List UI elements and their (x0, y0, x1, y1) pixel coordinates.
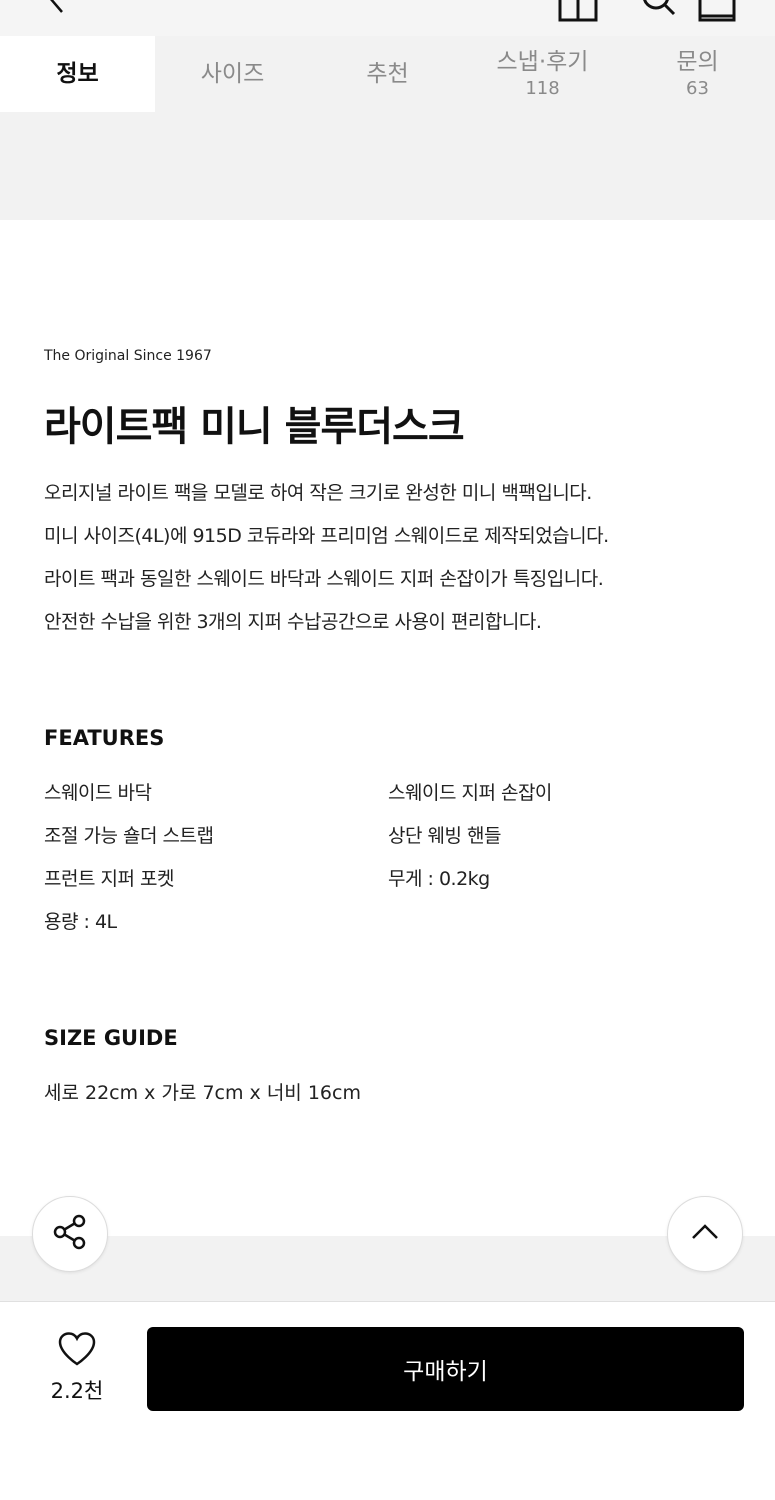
feature-item: 상단 웨빙 핸들 (388, 825, 501, 847)
share-icon (51, 1213, 89, 1255)
back-arrow-icon[interactable] (44, 0, 68, 22)
feature-item: 프런트 지퍼 포켓 (44, 868, 174, 890)
like-button[interactable]: 2.2천 (36, 1331, 118, 1405)
tab-recommend[interactable]: 추천 (310, 36, 465, 112)
product-title: 라이트팩 미니 블루더스크 (44, 404, 465, 450)
cart-icon[interactable] (696, 0, 740, 30)
features-list: 스웨이드 바닥 스웨이드 지퍼 손잡이 조절 가능 숄더 스트랩 상단 웨빙 핸… (44, 772, 744, 944)
description-line: 오리지널 라이트 팩을 모델로 하여 작은 크기로 완성한 미니 백팩입니다. (44, 482, 592, 504)
gray-band (0, 112, 775, 220)
tab-label: 사이즈 (200, 61, 265, 87)
bottom-gray-band (0, 1236, 775, 1302)
feature-item: 무게 : 0.2kg (388, 868, 490, 890)
size-guide-text: 세로 22cm x 가로 7cm x 너비 16cm (44, 1082, 361, 1104)
tab-count: 118 (525, 78, 560, 99)
product-description: 오리지널 라이트 팩을 모델로 하여 작은 크기로 완성한 미니 백팩입니다. … (44, 472, 744, 644)
feature-item: 스웨이드 바닥 (44, 782, 152, 804)
tab-size[interactable]: 사이즈 (155, 36, 310, 112)
brand-line: The Original Since 1967 (44, 348, 212, 364)
search-icon[interactable] (640, 0, 680, 30)
tab-label: 문의 (676, 49, 719, 75)
feature-item: 용량 : 4L (44, 911, 117, 933)
tab-inquiry[interactable]: 문의 63 (620, 36, 775, 112)
features-title: FEATURES (44, 726, 165, 750)
description-line: 미니 사이즈(4L)에 915D 코듀라와 프리미엄 스웨이드로 제작되었습니다… (44, 525, 609, 547)
tab-label: 스냅·후기 (496, 49, 589, 75)
feature-item: 스웨이드 지퍼 손잡이 (388, 782, 552, 804)
description-line: 안전한 수납을 위한 3개의 지퍼 수납공간으로 사용이 편리합니다. (44, 611, 542, 633)
buy-button[interactable]: 구매하기 (147, 1327, 744, 1411)
tab-label: 추천 (366, 61, 409, 87)
action-bar: 2.2천 구매하기 (0, 1303, 775, 1500)
tab-label: 정보 (56, 61, 99, 87)
heart-icon (57, 1331, 97, 1371)
chevron-up-icon (690, 1222, 720, 1246)
feature-item: 조절 가능 숄더 스트랩 (44, 825, 214, 847)
tab-info[interactable]: 정보 (0, 36, 155, 112)
size-guide-title: SIZE GUIDE (44, 1026, 178, 1050)
description-line: 라이트 팩과 동일한 스웨이드 바닥과 스웨이드 지퍼 손잡이가 특징입니다. (44, 568, 604, 590)
tab-bar: 정보 사이즈 추천 스냅·후기 118 문의 63 (0, 36, 775, 112)
share-button[interactable] (32, 1196, 108, 1272)
tab-count: 63 (686, 78, 709, 99)
scroll-top-button[interactable] (667, 1196, 743, 1272)
top-header (0, 0, 775, 36)
home-icon[interactable] (556, 0, 600, 30)
tab-snap-review[interactable]: 스냅·후기 118 (465, 36, 620, 112)
like-count: 2.2천 (50, 1379, 104, 1403)
